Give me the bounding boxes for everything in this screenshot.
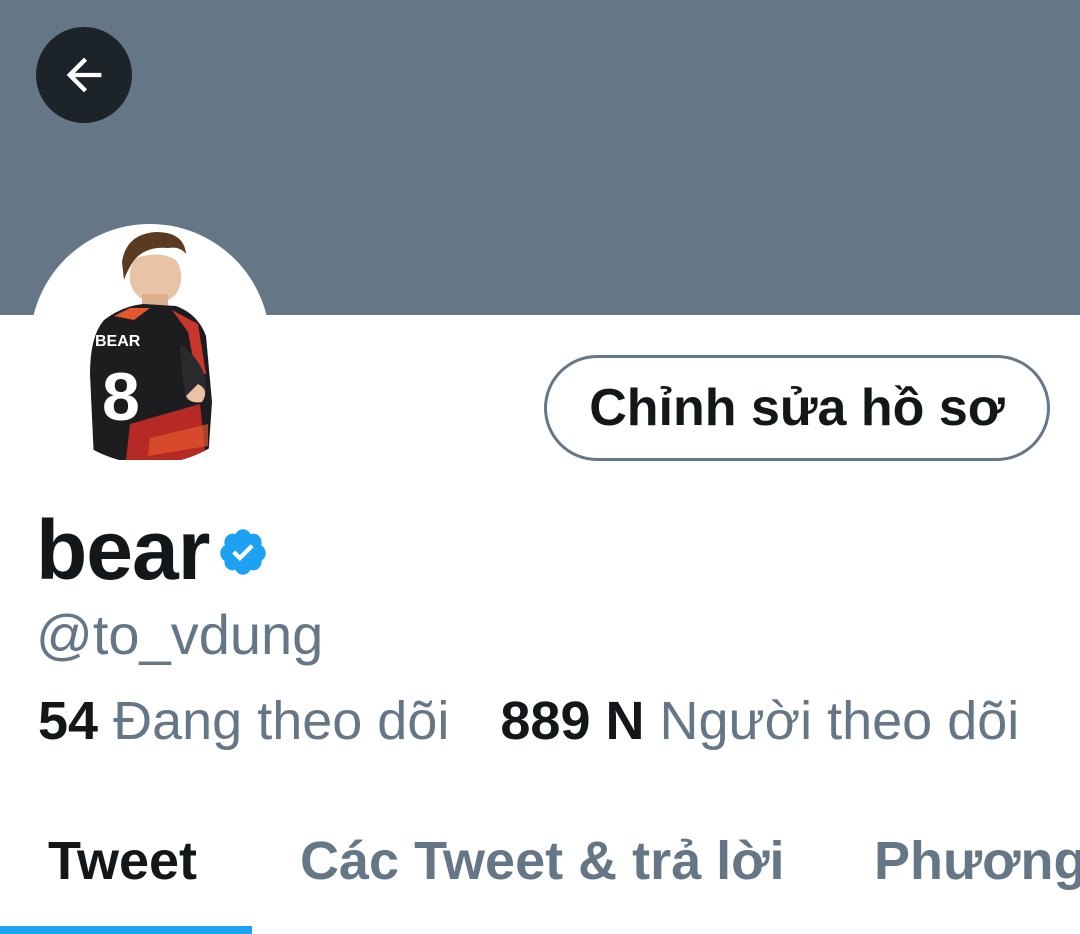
display-name-row: bear xyxy=(36,500,269,600)
arrow-left-icon xyxy=(66,57,102,93)
jersey-name-text: BEAR xyxy=(95,333,141,350)
following-stat[interactable]: 54 Đang theo dõi xyxy=(38,690,449,752)
profile-tabs: Tweet Các Tweet & trả lời Phương xyxy=(0,800,1080,934)
edit-profile-button[interactable]: Chỉnh sửa hồ sơ xyxy=(544,355,1050,461)
following-label: Đang theo dõi xyxy=(113,691,450,751)
avatar[interactable]: BEAR 8 xyxy=(30,224,270,464)
verified-badge-icon xyxy=(220,529,267,575)
user-handle: @to_vdung xyxy=(36,603,324,666)
back-button[interactable] xyxy=(36,27,132,123)
followers-stat[interactable]: 889 N Người theo dõi xyxy=(500,690,1019,752)
followers-label: Người theo dõi xyxy=(659,691,1020,751)
jersey-number-text: 8 xyxy=(102,359,140,435)
followers-count: 889 N xyxy=(500,691,645,751)
display-name: bear xyxy=(36,502,210,597)
following-count: 54 xyxy=(38,691,99,751)
follow-stats: 54 Đang theo dõi 889 N Người theo dõi xyxy=(38,690,1019,752)
tab-media[interactable]: Phương xyxy=(874,830,1080,892)
tab-tweets[interactable]: Tweet xyxy=(48,830,197,892)
active-tab-indicator xyxy=(0,926,252,934)
tab-tweets-and-replies[interactable]: Các Tweet & trả lời xyxy=(300,830,785,892)
